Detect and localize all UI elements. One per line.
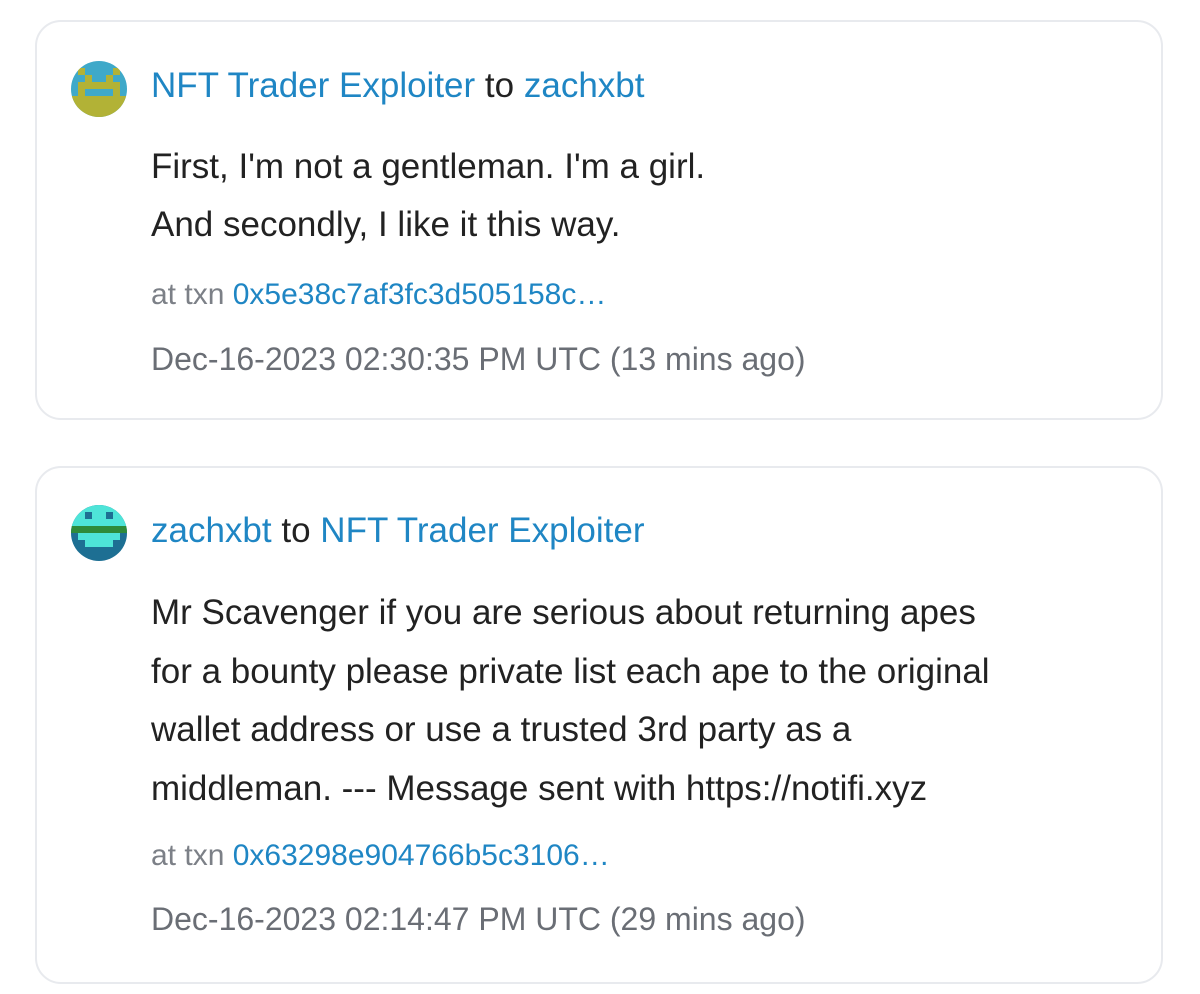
timestamp-relative: (13 mins ago) <box>609 341 806 377</box>
message-line: Mr Scavenger if you are serious about re… <box>151 593 976 632</box>
txn-row: at txn 0x63298e904766b5c3106… <box>151 836 610 876</box>
message-line: First, I'm not a gentleman. I'm a girl. <box>151 147 706 186</box>
message-card: zachxbt to NFT Trader Exploiter Mr Scave… <box>35 466 1163 984</box>
message-line: for a bounty please private list each ap… <box>151 651 990 691</box>
txn-row: at txn 0x5e38c7af3fc3d505158c… <box>151 275 606 315</box>
message-header: zachxbt to NFT Trader Exploiter <box>151 509 1131 553</box>
message-card: NFT Trader Exploiter to zachxbt First, I… <box>35 20 1163 420</box>
message-line: And secondly, I like it this way. <box>151 205 621 244</box>
timestamp-absolute: Dec-16-2023 02:30:35 PM UTC <box>151 341 601 377</box>
sender-avatar[interactable] <box>71 61 127 117</box>
pixel-face-avatar-icon <box>71 61 127 117</box>
message-body: Mr Scavenger if you are serious about re… <box>151 584 1131 818</box>
sender-link[interactable]: zachxbt <box>151 511 272 550</box>
message-line: wallet address or use a trusted 3rd part… <box>151 710 852 749</box>
timestamp: Dec-16-2023 02:14:47 PM UTC (29 mins ago… <box>151 898 806 940</box>
timestamp-absolute: Dec-16-2023 02:14:47 PM UTC <box>151 901 601 937</box>
recipient-link[interactable]: NFT Trader Exploiter <box>320 511 644 550</box>
pixel-face-avatar-icon <box>71 505 127 561</box>
sender-avatar[interactable] <box>71 505 127 561</box>
txn-hash-link[interactable]: 0x5e38c7af3fc3d505158c… <box>233 278 607 311</box>
recipient-link[interactable]: zachxbt <box>524 66 645 105</box>
message-header: NFT Trader Exploiter to zachxbt <box>151 64 1131 108</box>
message-line: middleman. --- Message sent with https:/… <box>151 768 928 808</box>
to-label: to <box>281 511 311 550</box>
txn-hash-link[interactable]: 0x63298e904766b5c3106… <box>233 839 610 872</box>
message-body: First, I'm not a gentleman. I'm a girl. … <box>151 138 1131 254</box>
to-label: to <box>484 66 515 105</box>
txn-label: at txn <box>151 278 225 311</box>
txn-label: at txn <box>151 839 225 872</box>
timestamp-relative: (29 mins ago) <box>609 901 806 937</box>
timestamp: Dec-16-2023 02:30:35 PM UTC (13 mins ago… <box>151 338 806 380</box>
sender-link[interactable]: NFT Trader Exploiter <box>151 66 475 105</box>
